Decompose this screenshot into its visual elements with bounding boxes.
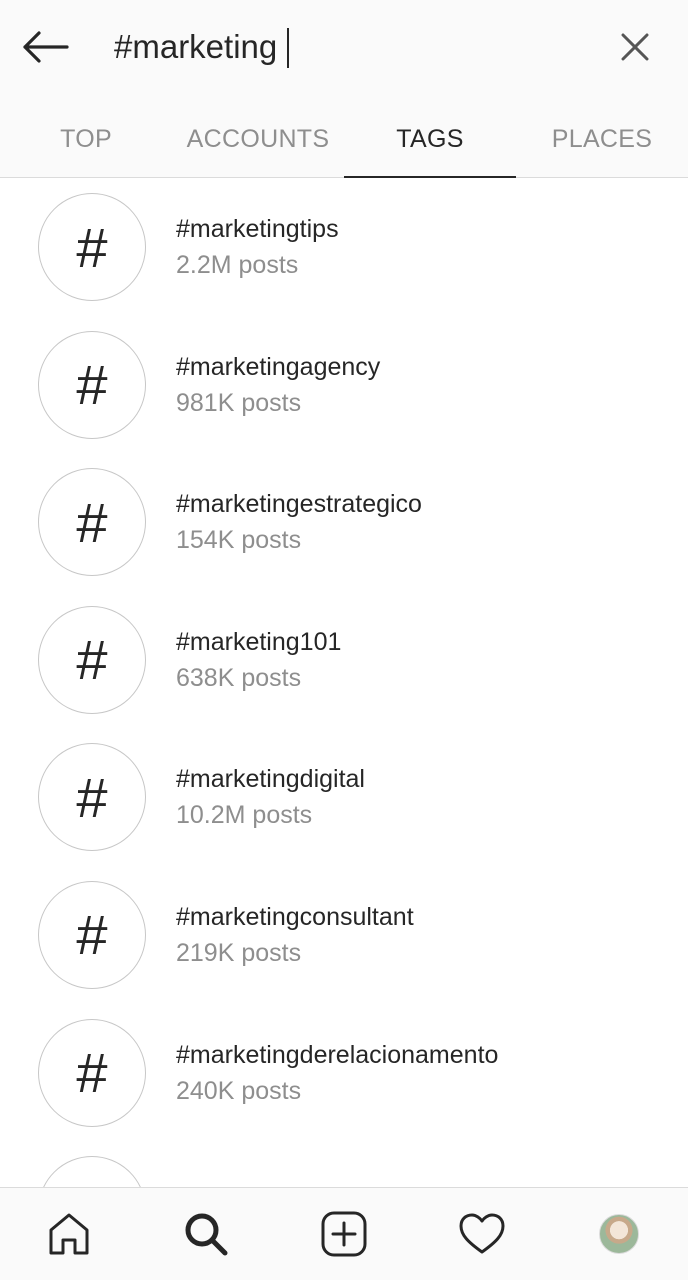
post-count: 10.2M posts [176,801,313,830]
tab-tags[interactable]: TAGS [344,100,516,178]
tag-name: #marketing101 [176,627,342,656]
add-post-icon [321,1211,367,1257]
tag-name: #marketingconsultant [176,902,414,931]
hashtag-icon: # [38,1018,146,1127]
hashtag-icon: # [38,605,146,714]
hashtag-icon: # [38,468,146,577]
post-count: 638K posts [176,663,302,692]
nav-home[interactable] [0,1188,138,1280]
post-count: 219K posts [176,938,302,967]
back-button[interactable] [18,22,72,72]
tab-top[interactable]: TOP [0,100,172,178]
list-item[interactable]: # #marketingderelacionamento 240K posts [0,1005,688,1143]
tag-results-list: # #marketingtips 2.2M posts # #marketing… [0,179,688,1187]
heart-icon [459,1213,505,1254]
nav-profile[interactable] [550,1188,688,1280]
search-icon [185,1213,228,1256]
list-item[interactable]: # #marketing101 638K posts [0,592,688,730]
arrow-left-icon [23,31,69,63]
text-cursor [287,28,289,68]
post-count: 981K posts [176,388,302,417]
list-item[interactable]: # #marketingestrategico 154K posts [0,454,688,592]
post-count: 154K posts [176,526,302,555]
hashtag-icon: # [38,330,146,439]
post-count: 2.2M posts [176,251,299,279]
clear-search-button[interactable] [612,24,658,70]
tag-name: #marketingagency [176,352,381,381]
list-item[interactable]: # #marketingdigital 10.2M posts [0,729,688,867]
nav-new-post[interactable] [275,1188,413,1280]
tag-name: #marketingestrategico [176,490,422,519]
list-item[interactable]: # #marketingtips 2.2M posts [0,179,688,317]
bottom-navigation [0,1187,688,1280]
tab-places[interactable]: PLACES [516,100,688,178]
hashtag-icon: # [38,193,146,301]
hashtag-icon: # [38,743,146,852]
tab-accounts[interactable]: ACCOUNTS [172,100,344,178]
tag-name: #marketingdigital [176,765,365,794]
post-count: 240K posts [176,1076,302,1105]
list-item[interactable]: # #marketingconsultant 219K posts [0,867,688,1005]
list-item[interactable]: # [0,1142,688,1187]
hashtag-icon: # [38,880,146,989]
nav-search[interactable] [138,1188,276,1280]
results-tabs: TOP ACCOUNTS TAGS PLACES [0,100,688,178]
nav-activity[interactable] [413,1188,551,1280]
home-icon [49,1213,89,1255]
tag-name: #marketingderelacionamento [176,1040,499,1069]
search-header: #marketing TOP ACCOUNTS TAGS PLACES [0,0,688,178]
search-input[interactable]: #marketing [114,24,594,70]
avatar [599,1214,640,1254]
close-icon [621,33,649,61]
list-item[interactable]: # #marketingagency 981K posts [0,317,688,455]
hashtag-icon: # [38,1156,146,1187]
tag-name: #marketingtips [176,215,339,243]
